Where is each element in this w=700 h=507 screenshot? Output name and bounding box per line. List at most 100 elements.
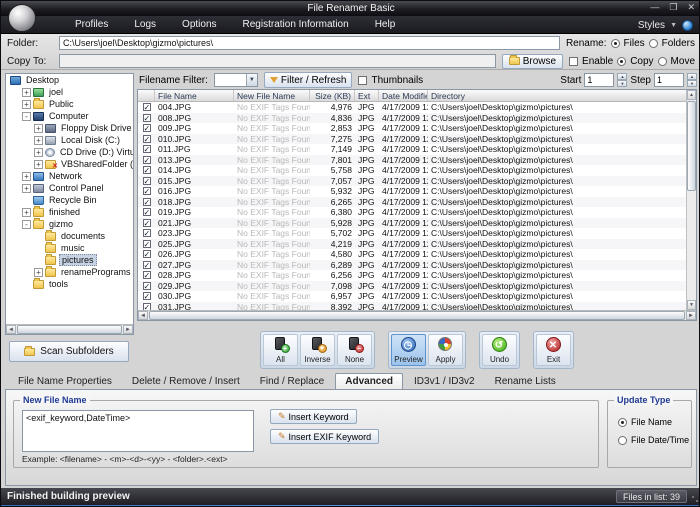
row-checkbox[interactable]: ✓ — [143, 145, 151, 153]
styles-menu[interactable]: Styles — [638, 20, 665, 31]
tree-item-finished[interactable]: +finished — [6, 206, 133, 218]
menu-item-registration-information[interactable]: Registration Information — [243, 19, 349, 30]
expand-icon[interactable]: + — [34, 148, 43, 157]
row-checkbox[interactable]: ✓ — [143, 114, 151, 122]
menu-item-logs[interactable]: Logs — [134, 19, 156, 30]
tree-item-control-panel[interactable]: +Control Panel — [6, 182, 133, 194]
scroll-right-icon[interactable]: ► — [686, 311, 696, 320]
move-radio[interactable] — [658, 57, 667, 66]
table-row[interactable]: ✓015.JPGNo EXIF Tags Found7,057JPG4/17/2… — [138, 176, 696, 187]
row-checkbox[interactable]: ✓ — [143, 282, 151, 290]
collapse-icon[interactable]: - — [22, 112, 31, 121]
tree-item-local-disk-c[interactable]: +Local Disk (C:) — [6, 134, 133, 146]
expand-icon[interactable]: + — [22, 208, 31, 217]
tree-item-vbsharedfolder-vboxsvr-z[interactable]: +VBSharedFolder (\\vboxsvr) (Z — [6, 158, 133, 170]
column-date-modified[interactable]: Date Modified — [379, 90, 428, 101]
enable-checkbox[interactable] — [569, 57, 578, 66]
tab-file-name-properties[interactable]: File Name Properties — [9, 374, 121, 389]
tree-item-documents[interactable]: documents — [6, 230, 133, 242]
column-size[interactable]: Size (KB) — [310, 90, 355, 101]
table-horizontal-scrollbar[interactable]: ◄ ► — [138, 310, 696, 320]
row-checkbox[interactable]: ✓ — [143, 124, 151, 132]
update-file-date-radio[interactable] — [618, 436, 627, 445]
tab-rename-lists[interactable]: Rename Lists — [486, 374, 565, 389]
menu-item-options[interactable]: Options — [182, 19, 216, 30]
scroll-right-icon[interactable]: ► — [123, 325, 133, 334]
inverse-button[interactable]: ✦Inverse — [300, 334, 335, 366]
row-checkbox[interactable]: ✓ — [143, 208, 151, 216]
expand-icon[interactable]: + — [22, 184, 31, 193]
close-button[interactable]: ✕ — [687, 2, 695, 13]
maximize-button[interactable]: ❐ — [669, 2, 677, 13]
column-directory[interactable]: Directory — [428, 90, 696, 101]
preview-button[interactable]: ◷Preview — [391, 334, 426, 366]
tab-advanced[interactable]: Advanced — [335, 373, 403, 389]
column-new-file-name[interactable]: New File Name — [234, 90, 310, 101]
copyto-input[interactable] — [59, 54, 496, 68]
row-checkbox[interactable]: ✓ — [143, 135, 151, 143]
table-row[interactable]: ✓023.JPGNo EXIF Tags Found5,702JPG4/17/2… — [138, 228, 696, 239]
table-row[interactable]: ✓030.JPGNo EXIF Tags Found6,957JPG4/17/2… — [138, 291, 696, 302]
scrollbar-thumb[interactable] — [149, 311, 685, 320]
tab-find-replace[interactable]: Find / Replace — [251, 374, 333, 389]
table-row[interactable]: ✓018.JPGNo EXIF Tags Found6,265JPG4/17/2… — [138, 197, 696, 208]
table-row[interactable]: ✓028.JPGNo EXIF Tags Found6,256JPG4/17/2… — [138, 270, 696, 281]
scroll-left-icon[interactable]: ◄ — [138, 311, 148, 320]
tree-item-renameprograms[interactable]: +renamePrograms — [6, 266, 133, 278]
rename-files-radio[interactable] — [611, 39, 620, 48]
tree-item-music[interactable]: music — [6, 242, 133, 254]
tree-item-tools[interactable]: tools — [6, 278, 133, 290]
row-checkbox[interactable]: ✓ — [143, 166, 151, 174]
table-row[interactable]: ✓026.JPGNo EXIF Tags Found4,580JPG4/17/2… — [138, 249, 696, 260]
scroll-up-icon[interactable]: ▲ — [687, 90, 696, 100]
combo-arrow-icon[interactable]: ▼ — [246, 74, 257, 86]
new-file-name-input[interactable]: <exif_keyword,DateTime> — [22, 410, 254, 452]
tree-item-pictures[interactable]: pictures — [6, 254, 133, 266]
table-row[interactable]: ✓025.JPGNo EXIF Tags Found4,219JPG4/17/2… — [138, 239, 696, 250]
tree-item-computer[interactable]: -Computer — [6, 110, 133, 122]
update-file-name-radio[interactable] — [618, 418, 627, 427]
expand-icon[interactable]: + — [22, 88, 31, 97]
row-checkbox[interactable]: ✓ — [143, 292, 151, 300]
row-checkbox[interactable]: ✓ — [143, 187, 151, 195]
tree-item-recycle-bin[interactable]: Recycle Bin — [6, 194, 133, 206]
menu-item-profiles[interactable]: Profiles — [75, 19, 108, 30]
help-icon[interactable] — [682, 20, 693, 31]
thumbnails-checkbox[interactable] — [358, 76, 367, 85]
table-row[interactable]: ✓011.JPGNo EXIF Tags Found7,149JPG4/17/2… — [138, 144, 696, 155]
start-spinner[interactable]: ▲▼ — [617, 73, 627, 87]
table-row[interactable]: ✓010.JPGNo EXIF Tags Found7,275JPG4/17/2… — [138, 134, 696, 145]
copy-radio[interactable] — [617, 57, 626, 66]
undo-button[interactable]: ↺Undo — [482, 334, 517, 366]
table-row[interactable]: ✓013.JPGNo EXIF Tags Found7,801JPG4/17/2… — [138, 155, 696, 166]
row-checkbox[interactable]: ✓ — [143, 103, 151, 111]
insert-keyword-button[interactable]: ✎ Insert Keyword — [270, 409, 357, 424]
rename-folders-radio[interactable] — [649, 39, 658, 48]
table-row[interactable]: ✓009.JPGNo EXIF Tags Found2,853JPG4/17/2… — [138, 123, 696, 134]
exit-button[interactable]: ✕Exit — [536, 334, 571, 366]
table-row[interactable]: ✓008.JPGNo EXIF Tags Found4,836JPG4/17/2… — [138, 113, 696, 124]
tree-item-desktop[interactable]: Desktop — [6, 74, 133, 86]
scrollbar-thumb[interactable] — [17, 325, 122, 334]
tree-item-public[interactable]: +Public — [6, 98, 133, 110]
start-input[interactable]: 1 — [584, 73, 614, 87]
scrollbar-thumb[interactable] — [687, 101, 696, 191]
browse-button[interactable]: Browse — [502, 54, 563, 69]
none-button[interactable]: −None — [337, 334, 372, 366]
insert-exif-keyword-button[interactable]: ✎ Insert EXIF Keyword — [270, 429, 379, 444]
row-checkbox[interactable]: ✓ — [143, 271, 151, 279]
column-file-name[interactable]: File Name — [155, 90, 234, 101]
collapse-icon[interactable]: - — [22, 220, 31, 229]
apply-button[interactable]: Apply — [428, 334, 463, 366]
table-vertical-scrollbar[interactable]: ▲ ▼ — [686, 90, 696, 310]
folder-input[interactable]: C:\Users\joel\Desktop\gizmo\pictures\ — [59, 36, 560, 50]
minimize-button[interactable]: — — [650, 2, 659, 13]
table-row[interactable]: ✓027.JPGNo EXIF Tags Found6,289JPG4/17/2… — [138, 260, 696, 271]
column-ext[interactable]: Ext — [355, 90, 379, 101]
menu-item-help[interactable]: Help — [375, 19, 396, 30]
step-spinner[interactable]: ▲▼ — [687, 73, 697, 87]
table-row[interactable]: ✓021.JPGNo EXIF Tags Found5,928JPG4/17/2… — [138, 218, 696, 229]
tree-item-joel[interactable]: +joel — [6, 86, 133, 98]
scan-subfolders-button[interactable]: Scan Subfolders — [9, 341, 129, 362]
expand-icon[interactable]: + — [34, 268, 43, 277]
